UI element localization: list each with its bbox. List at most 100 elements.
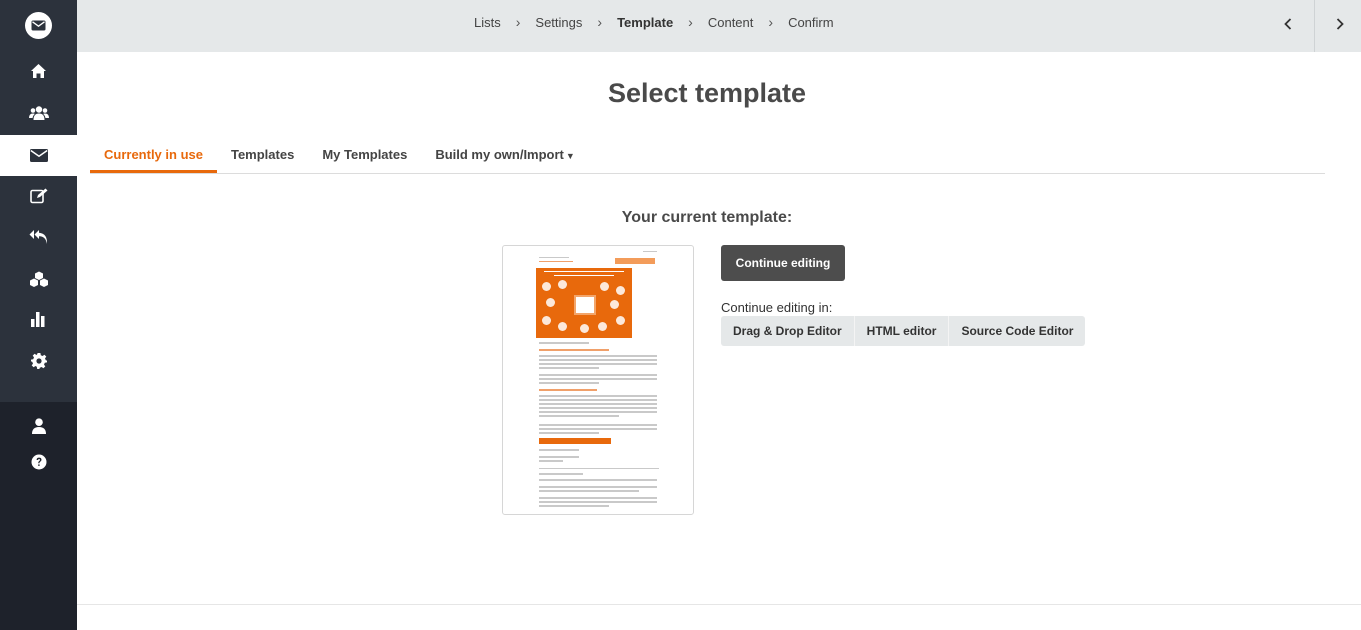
preview-line bbox=[539, 411, 657, 413]
preview-line bbox=[539, 497, 657, 499]
sidebar-item-account[interactable] bbox=[0, 406, 77, 446]
breadcrumb-chevron-icon: › bbox=[597, 14, 603, 30]
current-template-heading: Your current template: bbox=[621, 209, 793, 226]
preview-line bbox=[539, 378, 657, 380]
preview-cta-button bbox=[539, 438, 611, 444]
sidebar-item-reports[interactable] bbox=[0, 299, 77, 339]
sidebar-item-mailings[interactable] bbox=[0, 135, 77, 176]
preview-line bbox=[539, 257, 569, 258]
preview-center-graphic bbox=[574, 295, 596, 315]
preview-line bbox=[539, 261, 573, 262]
tab-my-templates[interactable]: My Templates bbox=[308, 140, 421, 173]
continue-editing-in-label: Continue editing in: bbox=[721, 300, 833, 315]
preview-line bbox=[539, 456, 579, 458]
preview-logo bbox=[615, 258, 655, 264]
preview-line bbox=[539, 486, 657, 488]
preview-line bbox=[539, 374, 657, 376]
top-divider bbox=[1314, 0, 1315, 52]
tab-build-my-own-import[interactable]: Build my own/Import ▼ bbox=[421, 140, 588, 173]
sidebar-item-settings[interactable] bbox=[0, 341, 77, 381]
preview-line bbox=[554, 275, 614, 276]
preview-line bbox=[539, 359, 657, 361]
sidebar-item-integrations[interactable] bbox=[0, 259, 77, 299]
user-icon bbox=[31, 418, 46, 434]
page-title: Select template bbox=[607, 78, 807, 108]
source-code-editor-button[interactable]: Source Code Editor bbox=[949, 316, 1086, 346]
template-preview-thumbnail[interactable] bbox=[502, 245, 694, 515]
preview-divider bbox=[539, 468, 659, 469]
breadcrumb-chevron-icon: › bbox=[688, 14, 693, 30]
preview-dot bbox=[610, 300, 619, 309]
preview-dot bbox=[542, 316, 551, 325]
preview-line bbox=[539, 449, 579, 451]
preview-dot bbox=[598, 322, 607, 331]
breadcrumb: Lists › Settings › Template › Content › … bbox=[474, 0, 834, 44]
breadcrumb-settings[interactable]: Settings bbox=[535, 15, 582, 30]
caret-down-icon: ▼ bbox=[565, 151, 575, 161]
preview-dot bbox=[546, 298, 555, 307]
preview-line bbox=[539, 501, 657, 503]
users-icon bbox=[28, 106, 49, 120]
reply-all-icon bbox=[29, 230, 48, 244]
sidebar bbox=[0, 0, 77, 630]
preview-line bbox=[539, 490, 639, 492]
preview-line bbox=[539, 407, 657, 409]
cubes-icon bbox=[29, 271, 48, 287]
breadcrumb-template[interactable]: Template bbox=[617, 15, 673, 30]
sidebar-item-forms[interactable] bbox=[0, 176, 77, 216]
tab-templates[interactable]: Templates bbox=[217, 140, 308, 173]
previous-step-button[interactable] bbox=[1265, 0, 1311, 48]
breadcrumb-chevron-icon: › bbox=[768, 14, 774, 30]
breadcrumb-confirm[interactable]: Confirm bbox=[788, 15, 834, 30]
edit-icon bbox=[29, 188, 47, 204]
preview-dot bbox=[558, 280, 567, 289]
preview-dot bbox=[542, 282, 551, 291]
breadcrumb-chevron-icon: › bbox=[515, 14, 521, 30]
preview-line bbox=[539, 479, 657, 481]
preview-line bbox=[539, 424, 657, 426]
breadcrumb-content[interactable]: Content bbox=[708, 15, 754, 30]
preview-dot bbox=[558, 322, 567, 331]
preview-line bbox=[539, 403, 657, 405]
html-editor-button[interactable]: HTML editor bbox=[854, 316, 950, 346]
preview-dot bbox=[580, 324, 589, 333]
preview-line bbox=[539, 415, 619, 417]
preview-dot bbox=[616, 316, 625, 325]
gear-icon bbox=[30, 353, 47, 369]
preview-line bbox=[539, 367, 599, 369]
sidebar-item-recipients[interactable] bbox=[0, 93, 77, 133]
chevron-left-icon bbox=[1284, 18, 1292, 30]
preview-line bbox=[539, 432, 599, 434]
preview-line bbox=[539, 399, 657, 401]
next-step-button[interactable] bbox=[1317, 0, 1361, 48]
preview-line bbox=[539, 389, 597, 391]
editor-choice-group: Drag & Drop Editor HTML editor Source Co… bbox=[721, 316, 1086, 346]
preview-line bbox=[539, 349, 609, 351]
preview-line bbox=[539, 355, 657, 357]
continue-editing-button[interactable]: Continue editing bbox=[721, 245, 845, 281]
drag-drop-editor-button[interactable]: Drag & Drop Editor bbox=[721, 316, 855, 346]
preview-line bbox=[643, 251, 657, 252]
question-circle-icon bbox=[31, 454, 46, 470]
sidebar-item-help[interactable] bbox=[0, 442, 77, 482]
preview-line bbox=[539, 342, 589, 344]
preview-line bbox=[539, 473, 583, 475]
preview-dot bbox=[616, 286, 625, 295]
sidebar-item-home[interactable] bbox=[0, 51, 77, 91]
envelope-logo-icon[interactable] bbox=[25, 12, 52, 39]
preview-dot bbox=[600, 282, 609, 291]
top-bar: Lists › Settings › Template › Content › … bbox=[77, 0, 1361, 52]
preview-line bbox=[539, 460, 563, 462]
template-tabs: Currently in use Templates My Templates … bbox=[90, 140, 1325, 174]
bar-chart-icon bbox=[30, 312, 44, 327]
preview-line bbox=[539, 505, 609, 507]
preview-line bbox=[539, 382, 599, 384]
tab-build-label: Build my own/Import bbox=[435, 147, 564, 162]
envelope-icon bbox=[29, 149, 48, 162]
preview-line bbox=[539, 428, 657, 430]
sidebar-item-autoresponders[interactable] bbox=[0, 217, 77, 257]
preview-line bbox=[544, 271, 624, 272]
tab-currently-in-use[interactable]: Currently in use bbox=[90, 140, 217, 173]
preview-line bbox=[539, 363, 657, 365]
breadcrumb-lists[interactable]: Lists bbox=[474, 15, 501, 30]
